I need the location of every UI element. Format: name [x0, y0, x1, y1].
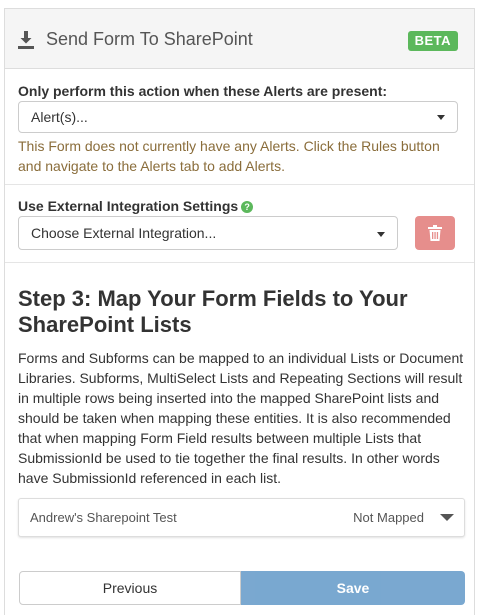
- alerts-select-value: Alert(s)...: [31, 109, 88, 125]
- caret-down-icon[interactable]: [440, 514, 454, 521]
- beta-badge: BETA: [407, 31, 458, 51]
- trash-icon: [428, 225, 442, 241]
- alerts-select[interactable]: Alert(s)...: [18, 101, 458, 133]
- step-description: Forms and Subforms can be mapped to an i…: [18, 350, 464, 486]
- download-icon: [17, 30, 35, 50]
- panel-title: Send Form To SharePoint: [46, 29, 253, 49]
- save-button[interactable]: Save: [241, 571, 465, 605]
- panel-header: Send Form To SharePoint BETA: [5, 8, 474, 69]
- mapping-list-item[interactable]: Andrew's Sharepoint Test Not Mapped: [18, 498, 465, 537]
- alerts-label: Only perform this action when these Aler…: [18, 83, 388, 99]
- chevron-down-icon: [437, 115, 445, 120]
- previous-button[interactable]: Previous: [19, 571, 241, 605]
- alerts-warning: This Form does not currently have any Al…: [18, 138, 440, 174]
- mapping-list-name: Andrew's Sharepoint Test: [30, 510, 177, 525]
- delete-integration-button[interactable]: [415, 216, 455, 250]
- question-circle-icon[interactable]: ?: [241, 201, 254, 213]
- integration-select[interactable]: Choose External Integration...: [18, 216, 398, 250]
- chevron-down-icon: [377, 232, 385, 237]
- mapping-status: Not Mapped: [353, 510, 424, 525]
- send-form-panel: Send Form To SharePoint BETA Only perfor…: [4, 8, 475, 615]
- integration-label: Use External Integration Settings?: [18, 198, 254, 214]
- step-title: Step 3: Map Your Form Fields to Your Sha…: [18, 286, 408, 337]
- integration-label-text: Use External Integration Settings: [18, 198, 239, 214]
- integration-select-value: Choose External Integration...: [31, 225, 217, 241]
